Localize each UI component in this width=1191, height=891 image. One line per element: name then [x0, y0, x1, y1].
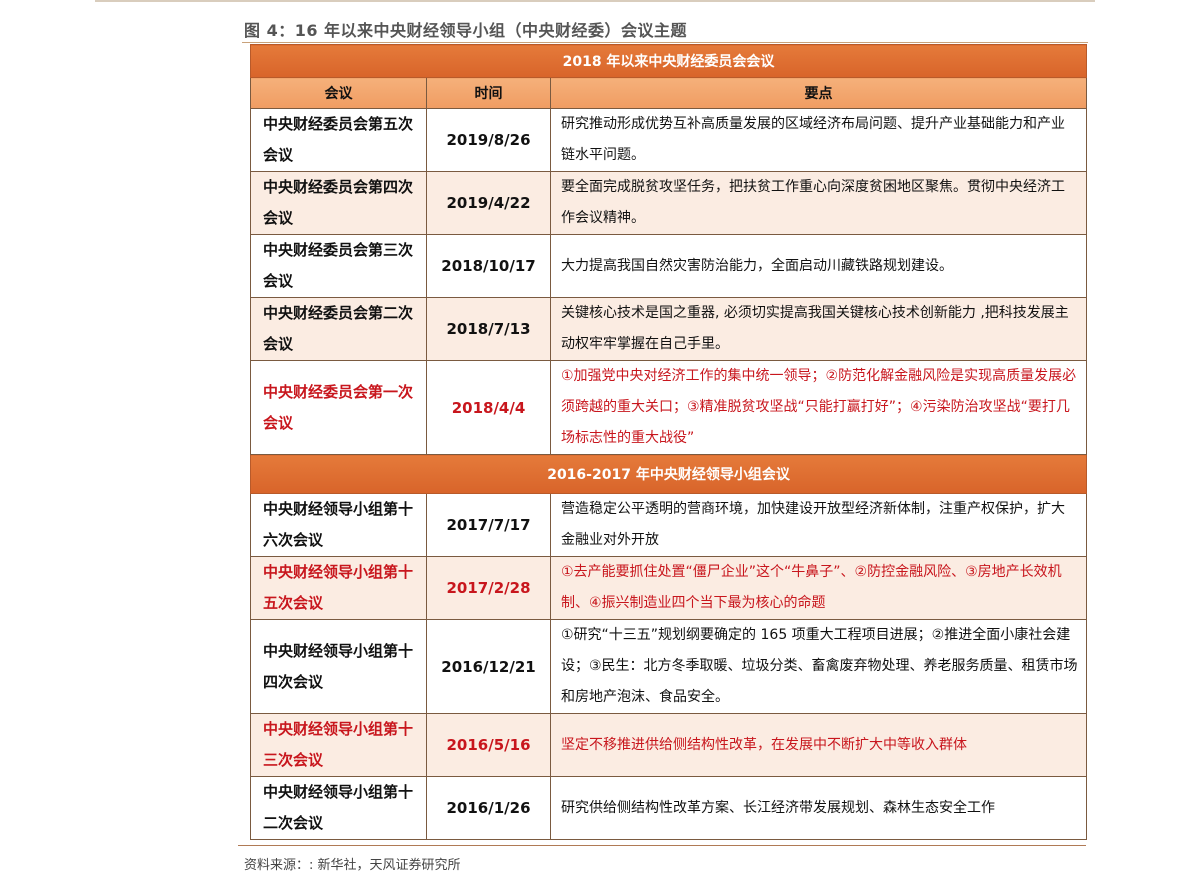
table-row-highlight: 中央财经领导小组第十三次会议 2016/5/16 坚定不移推进供给侧结构性改革，… [250, 713, 1088, 777]
meeting-date: 2019/8/26 [426, 108, 551, 172]
section-title: 2016-2017 年中央财经领导小组会议 [249, 454, 1088, 494]
meeting-points: ①去产能要抓住处置“僵尸企业”这个“牛鼻子”、②防控金融风险、③房地产长效机制、… [549, 556, 1088, 620]
top-rule [95, 0, 1095, 2]
column-header-time: 时间 [426, 77, 551, 109]
meeting-name: 中央财经委员会第二次会议 [250, 297, 427, 361]
section-header-2018: 2018 年以来中央财经委员会会议 [249, 44, 1088, 78]
meeting-points: 坚定不移推进供给侧结构性改革，在发展中不断扩大中等收入群体 [549, 713, 1088, 777]
meeting-date: 2018/4/4 [426, 360, 551, 455]
meeting-date: 2017/2/28 [426, 556, 551, 620]
meeting-name: 中央财经领导小组第十二次会议 [250, 776, 427, 840]
meeting-name: 中央财经委员会第一次会议 [250, 360, 427, 455]
meeting-name: 中央财经委员会第五次会议 [250, 108, 427, 172]
meeting-points: 要全面完成脱贫攻坚任务，把扶贫工作重心向深度贫困地区聚焦。贯彻中央经济工作会议精… [549, 171, 1088, 235]
table-row-highlight: 中央财经领导小组第十五次会议 2017/2/28 ①去产能要抓住处置“僵尸企业”… [250, 556, 1088, 620]
meeting-table-wrapper: 2018 年以来中央财经委员会会议 会议 时间 要点 中央财经委员会第五次会议 … [249, 44, 1088, 840]
table-row: 中央财经领导小组第十六次会议 2017/7/17 营造稳定公平透明的营商环境，加… [250, 493, 1088, 557]
meeting-points: 研究供给侧结构性改革方案、长江经济带发展规划、森林生态安全工作 [549, 776, 1088, 840]
section-title: 2018 年以来中央财经委员会会议 [249, 44, 1088, 78]
source-note: 资料来源：: 新华社，天风证券研究所 [244, 858, 461, 873]
meeting-points: 关键核心技术是国之重器, 必须切实提高我国关键核心技术创新能力 ,把科技发展主动… [549, 297, 1088, 361]
meeting-points: 营造稳定公平透明的营商环境，加快建设开放型经济新体制，注重产权保护，扩大金融业对… [549, 493, 1088, 557]
column-header-row: 会议 时间 要点 [250, 77, 1088, 109]
meeting-date: 2018/10/17 [426, 234, 551, 298]
meeting-date: 2016/12/21 [426, 619, 551, 714]
figure-title: 图 4：16 年以来中央财经领导小组（中央财经委）会议主题 [244, 21, 688, 40]
meeting-name: 中央财经领导小组第十四次会议 [250, 619, 427, 714]
table-row: 中央财经委员会第四次会议 2019/4/22 要全面完成脱贫攻坚任务，把扶贫工作… [250, 171, 1088, 235]
meeting-name: 中央财经领导小组第十五次会议 [250, 556, 427, 620]
meeting-points: 大力提高我国自然灾害防治能力，全面启动川藏铁路规划建设。 [549, 234, 1088, 298]
meeting-date: 2016/5/16 [426, 713, 551, 777]
meeting-date: 2017/7/17 [426, 493, 551, 557]
table-row-highlight: 中央财经委员会第一次会议 2018/4/4 ①加强党中央对经济工作的集中统一领导… [250, 360, 1088, 455]
meeting-date: 2019/4/22 [426, 171, 551, 235]
meeting-name: 中央财经委员会第三次会议 [250, 234, 427, 298]
bottom-rule [238, 845, 1086, 846]
meeting-points: 研究推动形成优势互补高质量发展的区域经济布局问题、提升产业基础能力和产业链水平问… [549, 108, 1088, 172]
meeting-date: 2016/1/26 [426, 776, 551, 840]
column-header-meeting: 会议 [250, 77, 427, 109]
title-rule [242, 42, 1088, 43]
meeting-name: 中央财经领导小组第十三次会议 [250, 713, 427, 777]
table-row: 中央财经委员会第三次会议 2018/10/17 大力提高我国自然灾害防治能力，全… [250, 234, 1088, 298]
meeting-points: ①研究“十三五”规划纲要确定的 165 项重大工程项目进展；②推进全面小康社会建… [549, 619, 1088, 714]
meeting-name: 中央财经委员会第四次会议 [250, 171, 427, 235]
table-row: 中央财经委员会第五次会议 2019/8/26 研究推动形成优势互补高质量发展的区… [250, 108, 1088, 172]
section-header-2016-2017: 2016-2017 年中央财经领导小组会议 [249, 454, 1088, 494]
meeting-points: ①加强党中央对经济工作的集中统一领导；②防范化解金融风险是实现高质量发展必须跨越… [549, 360, 1088, 455]
meeting-date: 2018/7/13 [426, 297, 551, 361]
table-row: 中央财经领导小组第十二次会议 2016/1/26 研究供给侧结构性改革方案、长江… [250, 776, 1088, 840]
table-row: 中央财经委员会第二次会议 2018/7/13 关键核心技术是国之重器, 必须切实… [250, 297, 1088, 361]
meeting-table: 2018 年以来中央财经委员会会议 会议 时间 要点 中央财经委员会第五次会议 … [249, 44, 1088, 840]
table-row: 中央财经领导小组第十四次会议 2016/12/21 ①研究“十三五”规划纲要确定… [250, 619, 1088, 714]
column-header-points: 要点 [549, 77, 1088, 109]
meeting-name: 中央财经领导小组第十六次会议 [250, 493, 427, 557]
